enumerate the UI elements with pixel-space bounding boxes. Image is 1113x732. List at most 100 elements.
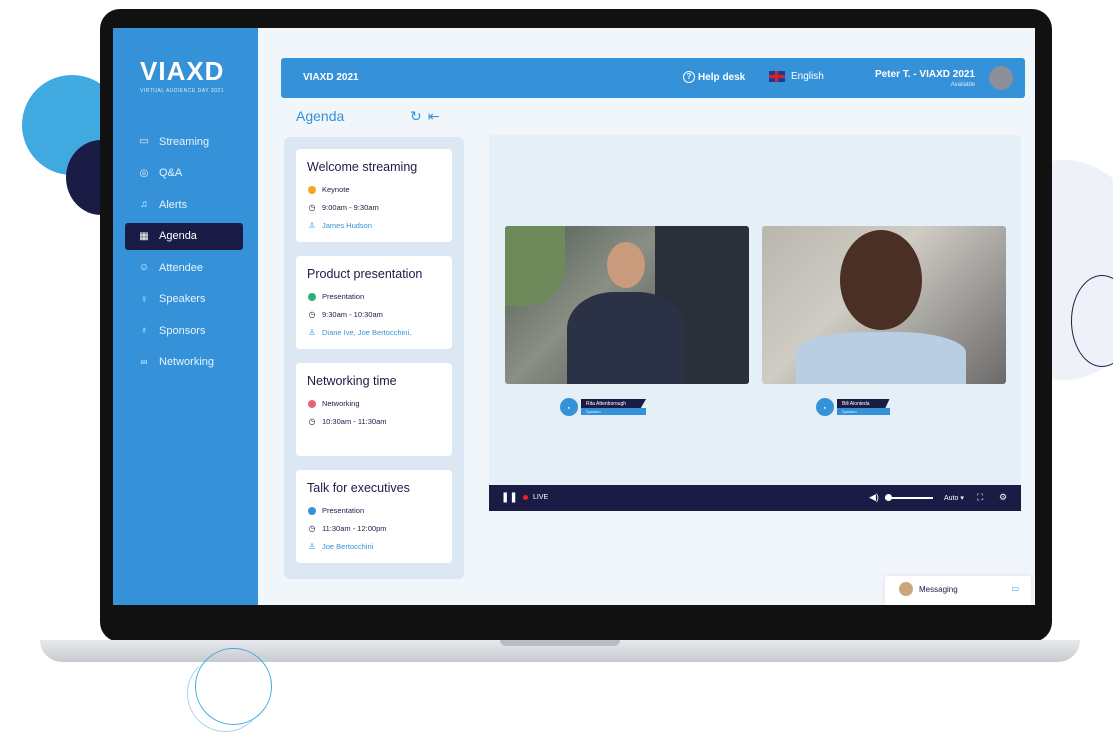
plant-shape bbox=[505, 226, 565, 306]
video-tile[interactable] bbox=[505, 226, 749, 384]
volume-slider[interactable] bbox=[885, 494, 933, 501]
help-desk-link[interactable]: ? Help desk bbox=[683, 71, 745, 83]
session-type: Presentation bbox=[308, 506, 364, 515]
type-dot bbox=[308, 399, 316, 408]
sidebar-item-sponsors[interactable]: ♁ Sponsors bbox=[125, 317, 243, 344]
session-title: Talk for executives bbox=[307, 481, 410, 495]
agenda-card[interactable]: Talk for executives Presentation ◷ 11:30… bbox=[296, 470, 452, 563]
sidebar-item-label: Speakers bbox=[159, 293, 206, 305]
sidebar-item-qa[interactable]: ◎ Q&A bbox=[125, 160, 243, 187]
session-title: Networking time bbox=[307, 374, 397, 388]
speaker-name: Bill Alonteda bbox=[837, 399, 890, 408]
speaker-role: Speaker bbox=[837, 408, 890, 415]
sidebar-item-attendee[interactable]: ☺ Attendee bbox=[125, 254, 243, 281]
session-time-label: 11:30am - 12:00pm bbox=[322, 524, 387, 533]
sidebar-item-label: Sponsors bbox=[159, 324, 206, 337]
session-time-label: 9:00am - 9:30am bbox=[322, 203, 379, 212]
session-time: ◷ 9:30am - 10:30am bbox=[308, 310, 383, 319]
session-type: Keynote bbox=[308, 185, 350, 194]
top-bar: VIAXD 2021 ? Help desk English Peter T. … bbox=[281, 58, 1025, 98]
brand-logo: VIAXD bbox=[140, 56, 225, 86]
microphone-icon: ♀ bbox=[140, 293, 148, 305]
user-status: Available bbox=[950, 82, 975, 88]
clock-icon: ◷ bbox=[308, 310, 316, 319]
quality-selector[interactable]: Auto ▾ bbox=[944, 494, 964, 502]
event-title: VIAXD 2021 bbox=[303, 72, 359, 83]
session-speakers[interactable]: ♙ Diane Ive, Joe Bertocchini, bbox=[308, 328, 411, 337]
exit-icon[interactable]: ⇤ bbox=[428, 108, 446, 124]
sidebar-item-label: Q&A bbox=[159, 167, 183, 179]
session-type-label: Keynote bbox=[322, 185, 350, 194]
language-label: English bbox=[791, 71, 824, 82]
sidebar: VIAXD VIRTUAL AUDIENCE DAY 2021 ▭ Stream… bbox=[113, 28, 258, 605]
live-indicator: LIVE bbox=[523, 494, 548, 501]
award-icon: ♁ bbox=[140, 325, 148, 336]
video-tile[interactable] bbox=[762, 226, 1006, 384]
sidebar-item-label: Attendee bbox=[159, 261, 204, 274]
type-dot bbox=[308, 506, 316, 515]
live-dot bbox=[523, 495, 528, 500]
person-icon: ♙ bbox=[308, 221, 316, 230]
expand-icon[interactable]: ▭ bbox=[1011, 584, 1019, 593]
clock-icon: ◷ bbox=[308, 203, 316, 212]
pause-button[interactable]: ❚❚ bbox=[501, 492, 518, 503]
calendar-icon: ▦ bbox=[139, 230, 149, 242]
sidebar-nav: ▭ Streaming ◎ Q&A ♫ Alerts ▦ Agenda ☺ At… bbox=[113, 128, 258, 380]
speaker-badge: ● bbox=[816, 398, 834, 416]
speaker-body bbox=[796, 332, 966, 384]
session-speakers[interactable]: ♙ James Hudson bbox=[308, 221, 372, 230]
sidebar-item-label: Agenda bbox=[159, 230, 197, 242]
agenda-card[interactable]: Product presentation Presentation ◷ 9:30… bbox=[296, 256, 452, 349]
session-speakers-label: Diane Ive, Joe Bertocchini, bbox=[322, 328, 412, 337]
speaker-head bbox=[607, 242, 645, 288]
link-icon: ∞ bbox=[140, 356, 148, 368]
person-icon: ♙ bbox=[308, 328, 316, 337]
session-type: Networking bbox=[308, 399, 360, 408]
sidebar-item-streaming[interactable]: ▭ Streaming bbox=[125, 128, 243, 155]
session-speakers-label: James Hudson bbox=[322, 221, 373, 230]
session-title: Welcome streaming bbox=[307, 160, 418, 174]
session-speakers[interactable]: ♙ Joe Bertocchini bbox=[308, 542, 373, 551]
language-selector[interactable]: English bbox=[769, 71, 824, 82]
clock-icon: ◷ bbox=[308, 417, 316, 426]
clock-icon: ◷ bbox=[308, 524, 316, 533]
session-time: ◷ 9:00am - 9:30am bbox=[308, 203, 379, 212]
help-icon: ? bbox=[683, 71, 695, 83]
session-time-label: 9:30am - 10:30am bbox=[322, 310, 383, 319]
session-time-label: 10:30am - 11:30am bbox=[322, 417, 387, 426]
bell-icon: ♫ bbox=[140, 199, 148, 210]
sidebar-item-agenda[interactable]: ▦ Agenda bbox=[125, 222, 243, 250]
live-label: LIVE bbox=[533, 494, 549, 501]
help-desk-label: Help desk bbox=[698, 71, 746, 83]
sidebar-item-label: Streaming bbox=[159, 135, 210, 148]
brand-tagline: VIRTUAL AUDIENCE DAY 2021 bbox=[140, 88, 225, 94]
agenda-card[interactable]: Welcome streaming Keynote ◷ 9:00am - 9:3… bbox=[296, 149, 452, 242]
settings-icon[interactable]: ⚙ bbox=[999, 492, 1007, 503]
speaker-head bbox=[840, 230, 922, 330]
laptop-base bbox=[40, 640, 1080, 662]
type-dot bbox=[308, 185, 316, 194]
messaging-label: Messaging bbox=[919, 585, 958, 594]
session-title: Product presentation bbox=[307, 267, 423, 281]
speaker-body bbox=[567, 292, 685, 384]
type-dot bbox=[308, 292, 316, 301]
agenda-tools: ↻⇤ bbox=[410, 108, 445, 125]
player-controls: ❚❚ LIVE ◀) Auto ▾ ⛶ ⚙ bbox=[489, 485, 1021, 511]
agenda-card[interactable]: Networking time Networking ◷ 10:30am - 1… bbox=[296, 363, 452, 456]
volume-knob[interactable] bbox=[885, 494, 892, 501]
sidebar-item-speakers[interactable]: ♀ Speakers bbox=[125, 286, 243, 313]
session-type-label: Presentation bbox=[322, 506, 365, 515]
user-name[interactable]: Peter T. - VIAXD 2021 bbox=[875, 69, 975, 80]
sidebar-item-networking[interactable]: ∞ Networking bbox=[125, 349, 243, 376]
user-avatar[interactable] bbox=[989, 66, 1013, 90]
refresh-icon[interactable]: ↻ bbox=[410, 108, 428, 124]
volume-icon[interactable]: ◀) bbox=[869, 492, 879, 503]
sidebar-item-alerts[interactable]: ♫ Alerts bbox=[125, 191, 243, 218]
session-type-label: Networking bbox=[322, 399, 360, 408]
messaging-avatar bbox=[899, 582, 913, 596]
messaging-panel[interactable]: Messaging ▭ bbox=[885, 576, 1031, 605]
decor-ring-bottom-2 bbox=[187, 655, 264, 732]
fullscreen-icon[interactable]: ⛶ bbox=[977, 492, 983, 503]
uk-flag-icon bbox=[769, 71, 785, 82]
speaker-nametag: ● Rita Attenborough Speaker bbox=[560, 398, 647, 416]
